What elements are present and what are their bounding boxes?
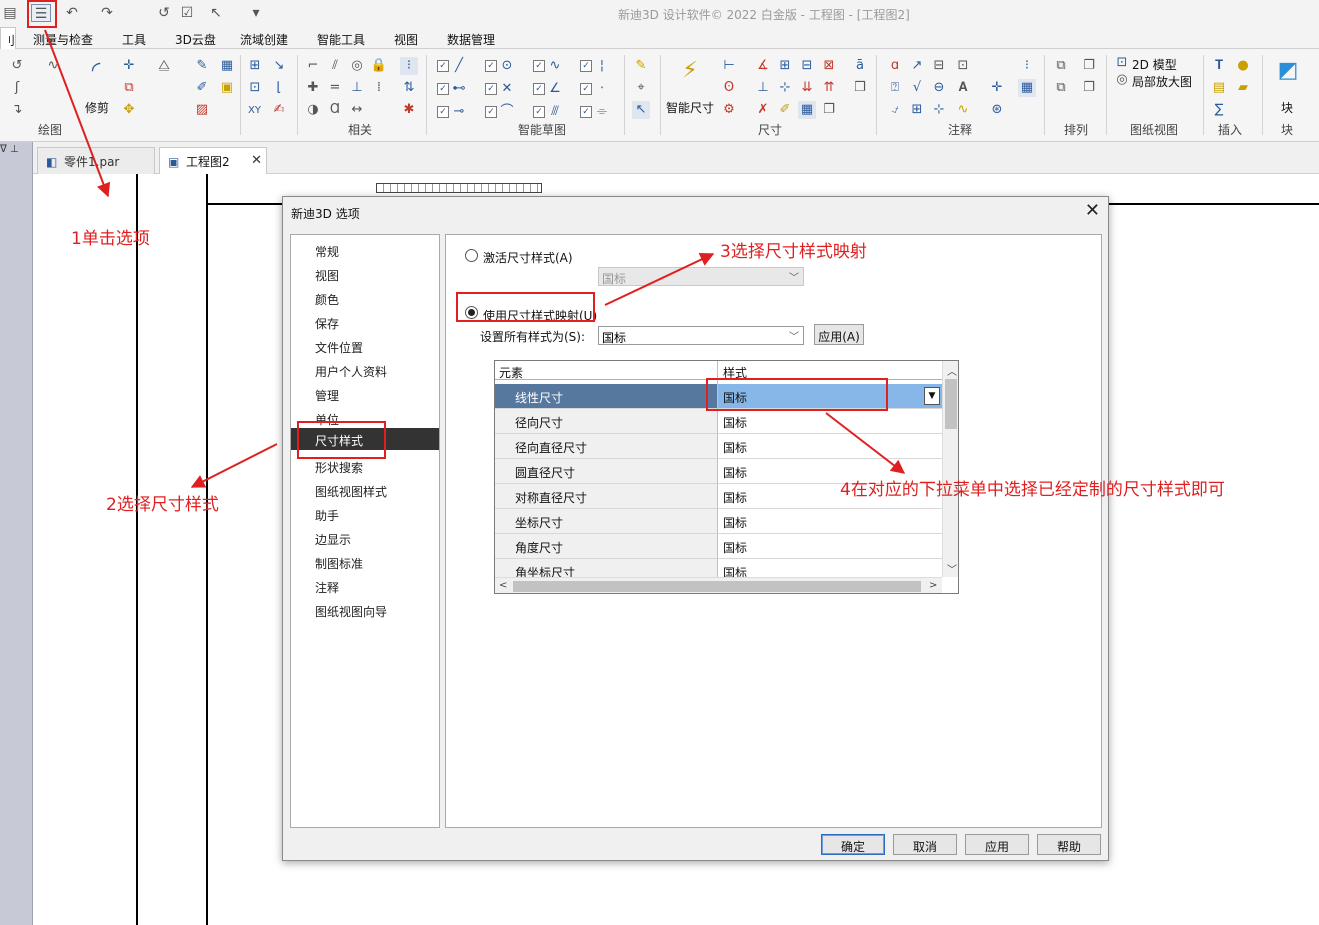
arrow-step1 bbox=[44, 29, 111, 198]
annotation-step3: 3选择尺寸样式映射 bbox=[720, 242, 867, 262]
arrow-step4 bbox=[825, 412, 906, 474]
annotation-step1: 1单击选项 bbox=[71, 229, 150, 249]
arrow-step3 bbox=[604, 253, 715, 306]
arrow-step2 bbox=[190, 443, 278, 488]
annotation-step2: 2选择尺寸样式 bbox=[106, 495, 219, 515]
annotation-arrows bbox=[44, 29, 906, 488]
annotation-step4: 4在对应的下拉菜单中选择已经定制的尺寸样式即可 bbox=[840, 480, 1225, 500]
